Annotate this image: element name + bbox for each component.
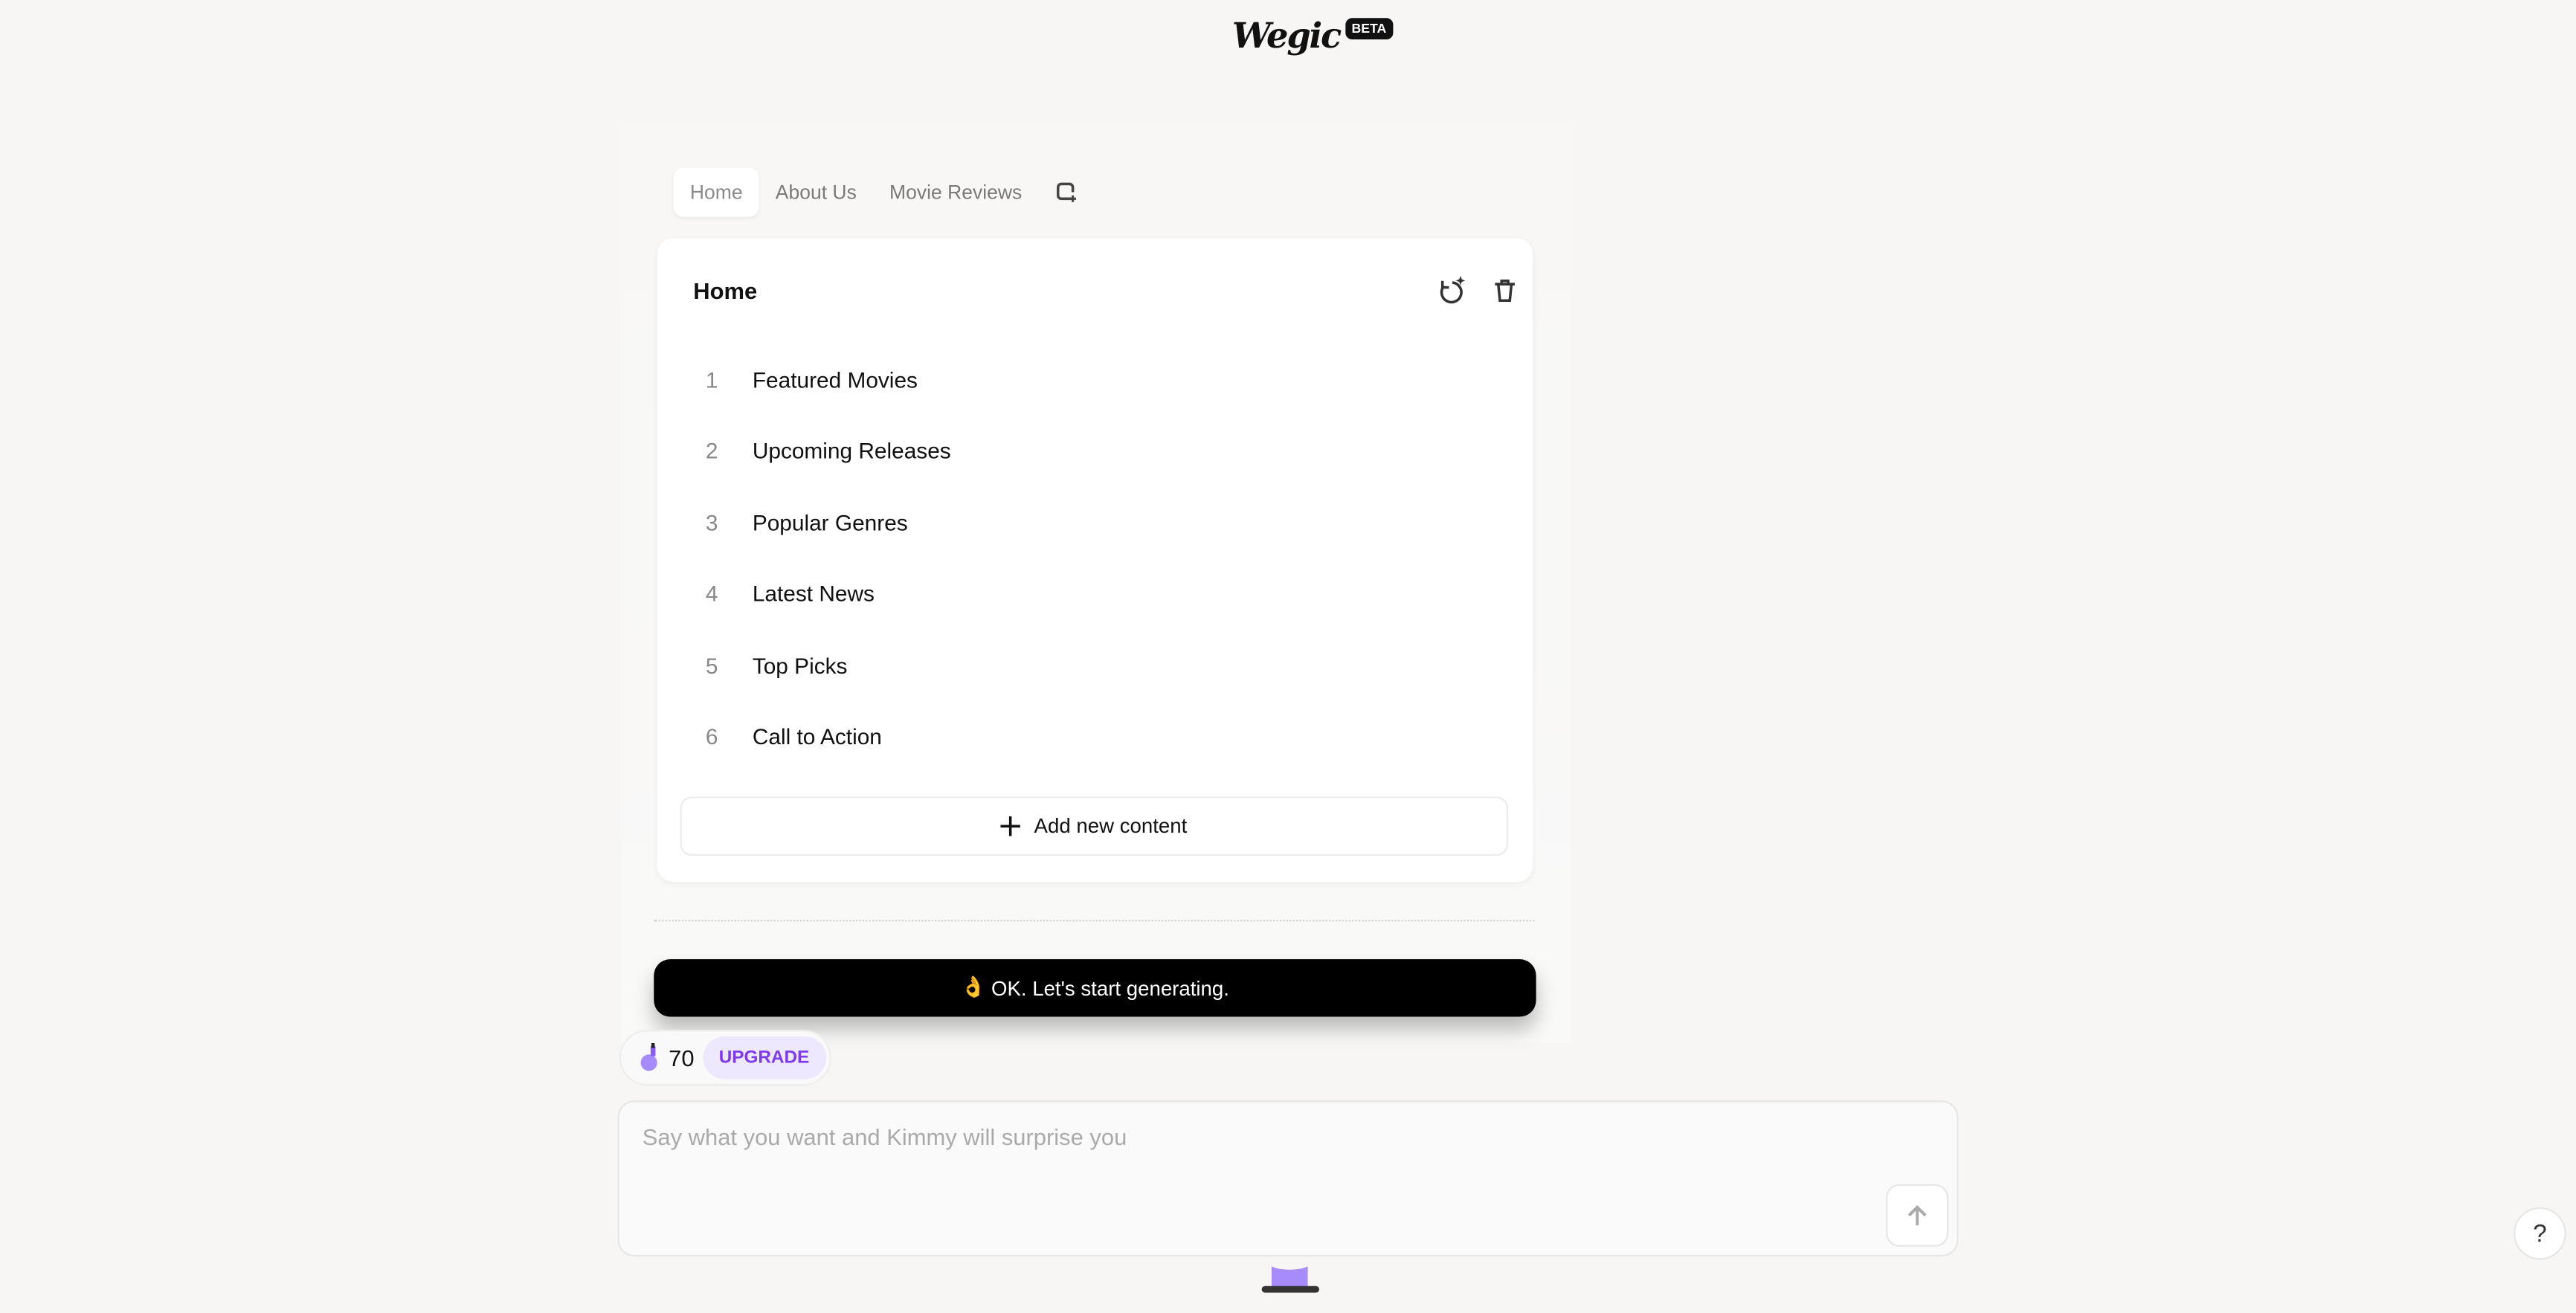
add-page-icon[interactable] [1054,181,1078,204]
item-number: 2 [705,438,718,463]
list-item[interactable]: 4 Latest News [657,558,1533,629]
list-item[interactable]: 2 Upcoming Releases [657,416,1533,486]
potion-icon [640,1042,657,1071]
divider [654,920,1535,922]
plus-icon [1001,816,1021,836]
chat-input[interactable] [642,1123,1858,1222]
item-number: 1 [705,367,718,393]
item-label: Call to Action [752,724,882,749]
list-item[interactable]: 5 Top Picks [657,630,1533,701]
start-generating-label: OK. Let's start generating. [991,976,1229,1000]
upgrade-button[interactable]: UPGRADE [702,1036,826,1080]
start-generating-button[interactable]: 👌 OK. Let's start generating. [654,959,1536,1017]
kimmy-hat-icon[interactable] [1260,1263,1321,1304]
send-button[interactable] [1886,1184,1949,1247]
list-item[interactable]: 6 Call to Action [657,701,1533,772]
credits-pill: 70 UPGRADE [619,1030,831,1086]
tab-movie-reviews[interactable]: Movie Reviews [873,167,1038,216]
credit-count: 70 [669,1045,695,1071]
item-number: 6 [705,724,718,749]
add-content-label: Add new content [1034,814,1188,838]
list-item[interactable]: 3 Popular Genres [657,488,1533,558]
item-number: 4 [705,581,718,607]
tab-home[interactable]: Home [673,167,759,217]
regenerate-icon[interactable] [1436,274,1469,307]
beta-badge: BETA [1345,17,1394,39]
item-label: Latest News [752,581,875,607]
logo-wordmark: Wegic [1231,13,1342,56]
trash-icon[interactable] [1489,274,1522,307]
item-number: 5 [705,654,718,679]
page-section-card: Home 1 Featured Movies 2 Upcoming Releases… [657,238,1533,883]
list-item[interactable]: 1 Featured Movies [657,345,1533,416]
wegic-logo: Wegic BETA [1231,10,1394,59]
chat-input-box [617,1100,1959,1257]
item-label: Popular Genres [752,511,908,536]
tab-about-us[interactable]: About Us [759,167,873,216]
page-tabs: Home About Us Movie Reviews [673,167,1078,217]
item-label: Upcoming Releases [752,438,951,463]
item-label: Featured Movies [752,367,918,393]
ok-hand-icon: 👌 [960,975,987,999]
item-label: Top Picks [752,654,848,679]
help-button[interactable]: ? [2514,1207,2566,1260]
arrow-up-icon [1907,1204,1927,1226]
add-content-button[interactable]: Add new content [680,796,1509,856]
item-number: 3 [705,511,718,536]
card-title: Home [693,277,758,304]
